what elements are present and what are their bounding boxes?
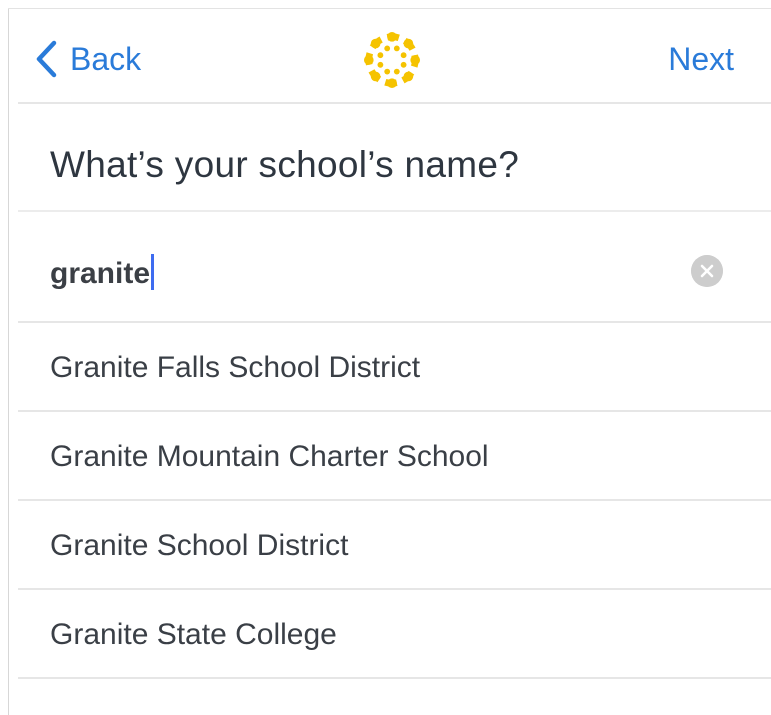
page-title: What’s your school’s name? [50, 144, 520, 185]
school-results-list: Granite Falls School District Granite Mo… [18, 323, 771, 679]
list-item[interactable]: Granite Falls School District [18, 323, 771, 412]
navigation-bar: Back Next [18, 9, 771, 104]
list-item[interactable]: Granite State College [18, 590, 771, 679]
school-name: Granite Falls School District [50, 351, 421, 384]
list-item[interactable]: Granite School District [18, 501, 771, 590]
clear-icon[interactable] [691, 255, 723, 287]
search-bar: granite [18, 212, 771, 323]
text-cursor [151, 254, 155, 290]
canvas-logo-icon [363, 31, 421, 89]
back-button[interactable]: Back [32, 39, 141, 79]
app-frame: Back Next What’s your school’s name? gra… [0, 0, 771, 715]
list-item[interactable]: Granite Mountain Charter School [18, 412, 771, 501]
school-name: Granite State College [50, 618, 337, 651]
search-input[interactable]: granite [50, 254, 155, 291]
school-name: Granite Mountain Charter School [50, 440, 489, 473]
title-section: What’s your school’s name? [18, 104, 771, 212]
find-school-screen: Back Next What’s your school’s name? gra… [18, 9, 771, 715]
window-left-edge [8, 8, 9, 715]
back-button-label: Back [70, 40, 142, 77]
search-input-value: granite [50, 257, 151, 290]
next-button[interactable]: Next [668, 39, 734, 79]
school-name: Granite School District [50, 529, 349, 562]
chevron-left-icon [36, 40, 57, 78]
